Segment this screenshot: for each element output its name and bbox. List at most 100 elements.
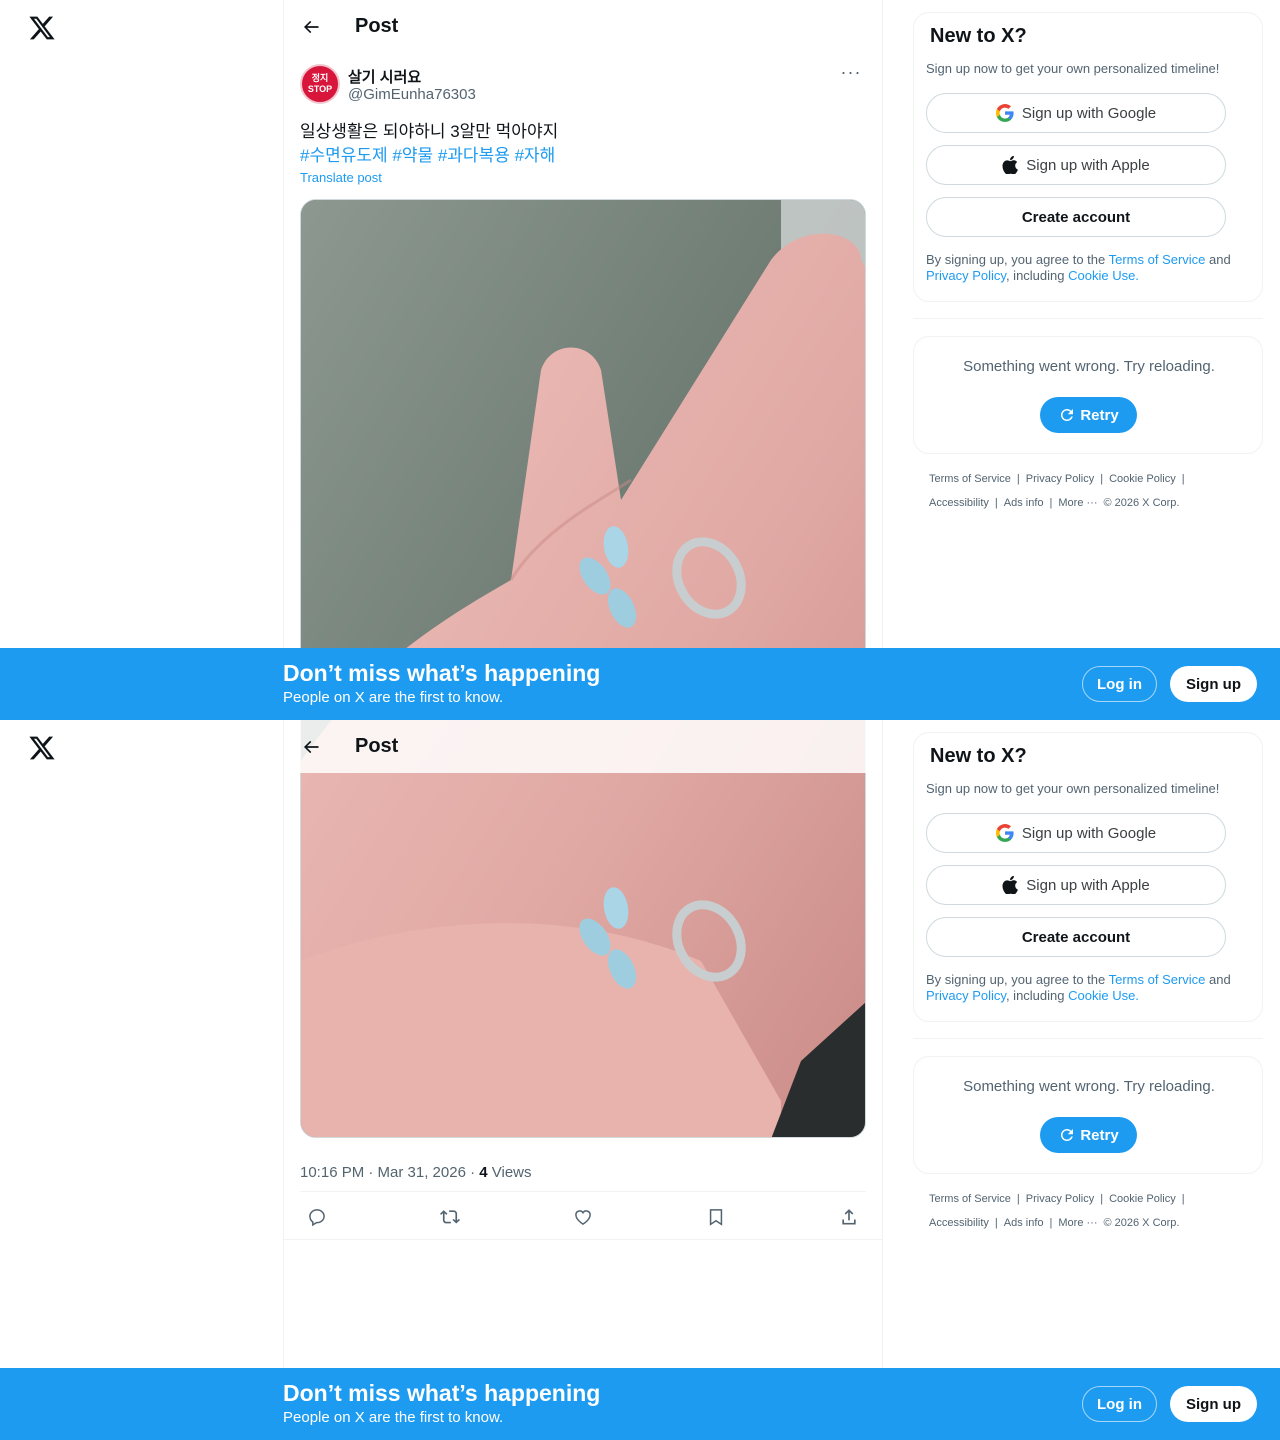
reply-icon <box>309 1209 325 1227</box>
signup-google-button[interactable]: Sign up with Google <box>926 93 1226 133</box>
post-image[interactable] <box>300 199 866 720</box>
repost-icon <box>440 1210 460 1224</box>
signup-google-button[interactable]: Sign up with Google <box>926 813 1226 853</box>
retry-label: Retry <box>1080 1126 1119 1144</box>
avatar[interactable]: 정지 STOP <box>300 64 340 104</box>
new-to-x-subtitle: Sign up now to get your own personalized… <box>926 61 1220 76</box>
refresh-icon <box>1061 408 1074 421</box>
signup-legal-text: By signing up, you agree to the Terms of… <box>926 972 1252 1004</box>
footer-ads-link[interactable]: Ads info <box>1004 497 1044 509</box>
display-name[interactable]: 살기 시러요 <box>348 66 421 87</box>
footer-more-link[interactable]: More ··· <box>1058 1217 1097 1229</box>
primary-column: Post 정지 STOP 살기 시러요 @GimEunha76303 ··· 일… <box>283 0 883 720</box>
viewport-top: Post 정지 STOP 살기 시러요 @GimEunha76303 ··· 일… <box>0 0 1280 720</box>
legal-text-3: , including <box>1005 988 1069 1003</box>
tos-link[interactable]: Terms of Service <box>1109 252 1206 267</box>
share-icon <box>842 1209 856 1225</box>
post-hashtags[interactable]: #수면유도제 #약물 #과다복용 #자해 <box>300 144 555 168</box>
footer-ads-link[interactable]: Ads info <box>1004 1217 1044 1229</box>
new-to-x-title: New to X? <box>930 25 1027 47</box>
bookmark-icon <box>709 1209 723 1226</box>
signup-apple-label: Sign up with Apple <box>1026 156 1150 174</box>
post-author: 정지 STOP 살기 시러요 @GimEunha76303 ··· <box>300 63 866 108</box>
banner-title: Don’t miss what’s happening <box>283 660 601 686</box>
footer-privacy-link[interactable]: Privacy Policy <box>1026 473 1094 485</box>
banner-subtitle: People on X are the first to know. <box>283 689 504 706</box>
post-timestamp: 10:16 PM · Mar 31, 2026 · 4 Views <box>300 1164 532 1181</box>
translate-post-link[interactable]: Translate post <box>300 170 382 185</box>
banner-title: Don’t miss what’s happening <box>283 1380 601 1406</box>
heart-icon <box>575 1210 591 1225</box>
footer-accessibility-link[interactable]: Accessibility <box>929 497 989 509</box>
new-to-x-subtitle: Sign up now to get your own personalized… <box>926 781 1220 796</box>
footer-cookie-link[interactable]: Cookie Policy <box>1109 1193 1176 1205</box>
divider <box>284 1239 882 1240</box>
privacy-link[interactable]: Privacy Policy <box>926 268 1006 283</box>
repost-button[interactable] <box>433 1202 467 1232</box>
signup-banner: Don’t miss what’s happening People on X … <box>0 648 1280 720</box>
legal-text-3: , including <box>1005 268 1069 283</box>
signup-apple-button[interactable]: Sign up with Apple <box>926 865 1226 905</box>
error-card: Something went wrong. Try reloading. Ret… <box>913 336 1263 454</box>
avatar-text: 정지 <box>311 73 329 83</box>
share-button[interactable] <box>832 1202 866 1232</box>
footer-cookie-link[interactable]: Cookie Policy <box>1109 473 1176 485</box>
back-button[interactable] <box>293 729 329 765</box>
new-to-x-card: New to X? Sign up now to get your own pe… <box>913 732 1263 1022</box>
primary-column: Post 10:16 PM · Mar 31, 2026 · 4 Views <box>283 720 883 1440</box>
cookie-link[interactable]: Cookie Use. <box>1068 988 1139 1003</box>
footer-more-link[interactable]: More ··· <box>1058 497 1097 509</box>
divider <box>913 318 1263 319</box>
footer-terms-link[interactable]: Terms of Service <box>929 473 1011 485</box>
retry-button[interactable]: Retry <box>1040 1117 1137 1153</box>
cookie-link[interactable]: Cookie Use. <box>1068 268 1139 283</box>
legal-text-2: and <box>1205 972 1231 987</box>
post-header: Post <box>284 720 882 773</box>
signup-apple-button[interactable]: Sign up with Apple <box>926 145 1226 185</box>
signup-banner: Don’t miss what’s happening People on X … <box>0 1368 1280 1440</box>
back-button[interactable] <box>293 9 329 45</box>
google-icon <box>995 824 1014 842</box>
footer-links: Terms of Service | Privacy Policy | Cookie P… <box>929 1193 1185 1229</box>
footer-links: Terms of Service | Privacy Policy | Cookie P… <box>929 473 1185 509</box>
create-account-button[interactable]: Create account <box>926 197 1226 237</box>
error-message: Something went wrong. Try reloading. <box>963 1078 1215 1095</box>
post-image[interactable] <box>300 720 866 1138</box>
signup-button[interactable]: Sign up <box>1170 666 1257 702</box>
footer-terms-link[interactable]: Terms of Service <box>929 1193 1011 1205</box>
legal-text-1: By signing up, you agree to the <box>926 972 1109 987</box>
bookmark-button[interactable] <box>699 1202 733 1232</box>
footer-accessibility-link[interactable]: Accessibility <box>929 1217 989 1229</box>
x-logo-icon[interactable] <box>28 734 56 762</box>
more-options-icon[interactable]: ··· <box>836 63 866 86</box>
signup-button[interactable]: Sign up <box>1170 1386 1257 1422</box>
divider <box>913 1038 1263 1039</box>
new-to-x-card: New to X? Sign up now to get your own pe… <box>913 12 1263 302</box>
post-text: 일상생활은 되야하니 3알만 먹아야지 <box>300 122 559 141</box>
views-count: 4 <box>479 1164 488 1181</box>
signup-google-label: Sign up with Google <box>1021 824 1157 842</box>
arrow-left-icon <box>304 20 319 33</box>
reply-button[interactable] <box>300 1202 334 1232</box>
retry-button[interactable]: Retry <box>1040 397 1137 433</box>
privacy-link[interactable]: Privacy Policy <box>926 988 1006 1003</box>
hand-with-pills-image <box>301 200 865 720</box>
create-account-button[interactable]: Create account <box>926 917 1226 957</box>
footer-copyright: © 2026 X Corp. <box>1103 497 1180 509</box>
error-message: Something went wrong. Try reloading. <box>963 358 1215 375</box>
post-time[interactable]: 10:16 PM · Mar 31, 2026 · <box>300 1164 479 1181</box>
arrow-left-icon <box>304 740 319 753</box>
legal-text-2: and <box>1205 252 1231 267</box>
hand-with-pills-image <box>301 720 865 1137</box>
user-handle[interactable]: @GimEunha76303 <box>348 86 476 103</box>
signup-legal-text: By signing up, you agree to the Terms of… <box>926 252 1252 284</box>
x-logo-icon[interactable] <box>28 14 56 42</box>
post-actions <box>300 1202 866 1232</box>
page-title: Post <box>355 15 399 37</box>
like-button[interactable] <box>566 1202 600 1232</box>
login-button[interactable]: Log in <box>1082 1386 1157 1422</box>
banner-subtitle: People on X are the first to know. <box>283 1409 504 1426</box>
footer-privacy-link[interactable]: Privacy Policy <box>1026 1193 1094 1205</box>
tos-link[interactable]: Terms of Service <box>1109 972 1206 987</box>
login-button[interactable]: Log in <box>1082 666 1157 702</box>
